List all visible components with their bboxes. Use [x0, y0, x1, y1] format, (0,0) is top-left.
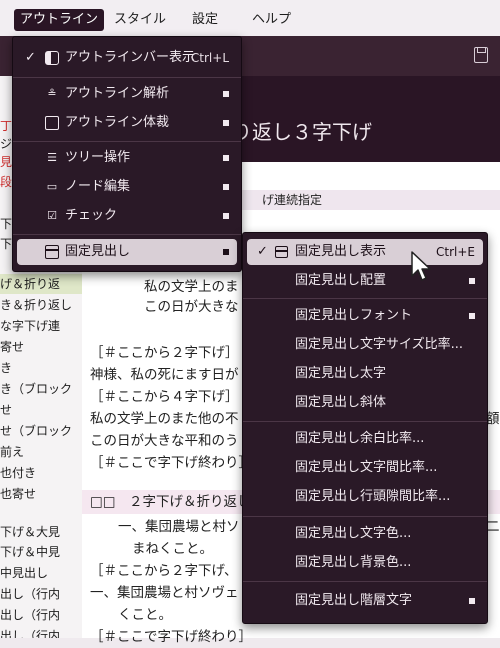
outline-node-selected[interactable]: げ＆折り返 — [0, 274, 82, 294]
menubar: アウトライン スタイル 設定 ヘルプ — [0, 0, 500, 36]
menu-item-fixed-heading-indent-ratio[interactable]: 固定見出し行頭隙間比率... — [243, 484, 487, 510]
body-line: 一、集団農場と村ソ — [118, 519, 240, 535]
heading-line: □□ ２字下げ＆折り返し — [90, 494, 251, 510]
outline-node[interactable]: 出し（行内 — [0, 584, 60, 604]
submenu-indicator — [223, 249, 229, 255]
outline-node[interactable]: せ — [0, 400, 12, 420]
outline-parse-icon: ≗ — [47, 87, 57, 100]
menu-style[interactable]: スタイル — [108, 9, 172, 31]
body-line: 神様、私の死にます日が — [90, 367, 239, 383]
menu-item-fixed-heading-size-ratio[interactable]: 固定見出し文字サイズ比率... — [243, 332, 487, 358]
submenu-indicator — [223, 91, 229, 97]
menu-item-outline-bar[interactable]: ✓ アウトラインバー表示 Ctrl+L — [13, 45, 241, 71]
tree-list-icon: ☰ — [47, 151, 57, 164]
menu-item-fixed-heading-italic[interactable]: 固定見出し斜体 — [243, 390, 487, 416]
body-line: 私の文学上のまた他の不 — [90, 411, 239, 427]
sidebar-panel-icon — [45, 51, 59, 65]
outline-node[interactable]: 前え — [0, 442, 24, 462]
body-line: この日が大きな — [144, 299, 239, 315]
fixed-heading-title: り返し３字下げ — [232, 120, 372, 144]
submenu-indicator — [469, 313, 475, 319]
submenu-indicator — [223, 155, 229, 161]
outline-node[interactable]: 下げ＆中見 — [0, 542, 60, 562]
menu-item-tree-ops[interactable]: ☰ ツリー操作 — [13, 145, 241, 171]
outline-node[interactable]: 段 — [0, 172, 12, 192]
save-icon[interactable] — [474, 47, 488, 63]
body-line-fragment: 二 — [486, 519, 500, 535]
body-line: ［＃ここで字下げ終わり］ — [90, 455, 252, 471]
submenu-indicator — [223, 213, 229, 219]
document-format-icon — [45, 116, 59, 130]
menu-item-fixed-heading-bold[interactable]: 固定見出し太字 — [243, 361, 487, 387]
menu-item-check[interactable]: ☑ チェック — [13, 203, 241, 229]
menu-item-outline-parse[interactable]: ≗ アウトライン解析 — [13, 81, 241, 107]
outline-node[interactable]: 見 — [0, 152, 12, 172]
menu-outline[interactable]: アウトライン — [14, 9, 105, 31]
check-icon: ✓ — [25, 50, 36, 65]
menu-item-fixed-heading-bg-color[interactable]: 固定見出し背景色... — [243, 550, 487, 576]
outline-node[interactable]: 出し（行内 — [0, 626, 60, 638]
body-line: この日が大きな平和のう — [90, 433, 239, 449]
outline-node[interactable]: な字下げ連 — [0, 316, 60, 336]
menu-item-fixed-heading-level-char[interactable]: 固定見出し階層文字 — [243, 588, 487, 614]
menu-help[interactable]: ヘルプ — [246, 9, 297, 31]
menu-item-fixed-heading[interactable]: 固定見出し — [17, 239, 237, 265]
outline-node[interactable]: き — [0, 358, 12, 378]
menu-item-fixed-heading-spacing-ratio[interactable]: 固定見出し文字間比率... — [243, 455, 487, 481]
checkbox-icon: ☑ — [47, 209, 57, 222]
outline-node[interactable]: ジ — [0, 134, 12, 154]
mouse-cursor-icon — [411, 251, 431, 281]
body-line: 一、集団農場と村ソヴェ — [90, 585, 239, 601]
submenu-indicator — [469, 598, 475, 604]
body-line: くこと。 — [118, 607, 172, 623]
menu-item-fixed-heading-text-color[interactable]: 固定見出し文字色... — [243, 521, 487, 547]
submenu-indicator — [469, 278, 475, 284]
check-icon: ✓ — [257, 244, 268, 259]
submenu-indicator — [223, 184, 229, 190]
body-line: ［＃ここで字下げ終わり］ — [90, 629, 252, 645]
body-line: まねくこと。 — [132, 541, 213, 557]
menu-item-outline-format[interactable]: アウトライン体裁 — [13, 110, 241, 136]
node-edit-icon: ▭ — [46, 180, 58, 193]
body-line-fragment: 額 — [486, 411, 500, 427]
outline-node[interactable]: 也寄せ — [0, 484, 36, 504]
fixed-heading-submenu: ✓ 固定見出し表示 Ctrl+E 固定見出し配置 固定見出しフォント 固定見出し… — [242, 232, 488, 624]
outline-node[interactable]: 出し（行内 — [0, 605, 60, 625]
window-icon — [275, 246, 288, 258]
outline-node[interactable]: 中見出し — [0, 563, 48, 583]
outline-node[interactable]: せ（ブロック — [0, 421, 72, 441]
body-line: ［＃ここから４字下げ］ — [90, 389, 239, 405]
body-line: ［＃ここから２字下げ、 — [90, 563, 238, 579]
outline-node[interactable]: 下げ＆大見 — [0, 522, 60, 542]
menu-item-fixed-heading-font[interactable]: 固定見出しフォント — [243, 303, 487, 329]
outline-node[interactable]: き＆折り返し — [0, 295, 72, 315]
window-icon — [45, 245, 59, 259]
body-line: 私の文学上のま — [144, 279, 239, 295]
outline-node[interactable]: 也付き — [0, 463, 36, 483]
menu-item-fixed-heading-margin-ratio[interactable]: 固定見出し余白比率... — [243, 426, 487, 452]
submenu-indicator — [223, 120, 229, 126]
heading-text: げ連続指定 — [262, 193, 323, 207]
menu-item-node-edit[interactable]: ▭ ノード編集 — [13, 174, 241, 200]
menu-item-fixed-heading-position[interactable]: 固定見出し配置 — [243, 268, 487, 294]
outline-node[interactable]: き（ブロック — [0, 379, 72, 399]
menu-item-fixed-heading-show[interactable]: ✓ 固定見出し表示 Ctrl+E — [247, 239, 483, 265]
outline-node[interactable]: 寄せ — [0, 337, 24, 357]
outline-menu: ✓ アウトラインバー表示 Ctrl+L ≗ アウトライン解析 アウトライン体裁 … — [12, 36, 242, 272]
body-line: ［＃ここから２字下げ］ — [90, 345, 239, 361]
menu-settings[interactable]: 設定 — [186, 9, 224, 31]
